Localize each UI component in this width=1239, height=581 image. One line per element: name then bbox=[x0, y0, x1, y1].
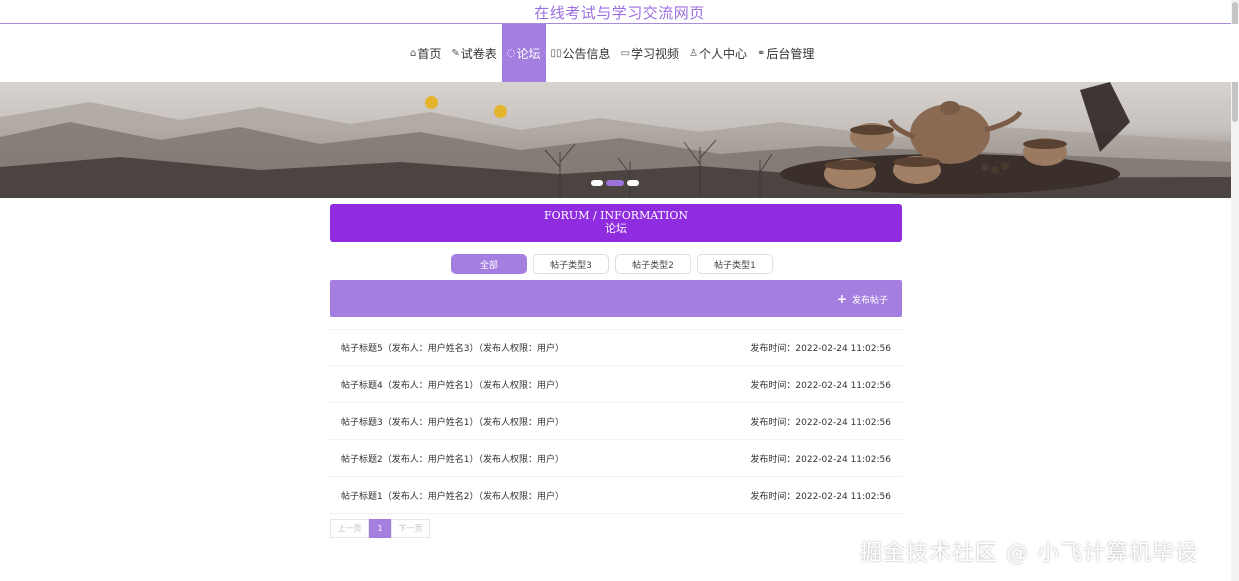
nav-item-label: 首页 bbox=[417, 46, 442, 61]
post-time: 发布时间：2022-02-24 11:02:56 bbox=[750, 417, 891, 428]
filter-tab[interactable]: 帖子类型3 bbox=[533, 254, 609, 274]
nav-item-label: 试卷表 bbox=[460, 46, 497, 61]
nav-items: ⌂ 首页 ✎ 试卷表 ◌ 论坛 ▯▯ 公告信息 ▭ 学习视频 ♙ 个人中心 ⚭ 后台管理 bbox=[405, 24, 819, 82]
nav-item-label: 后台管理 bbox=[766, 46, 815, 61]
main-nav: ⌂ 首页 ✎ 试卷表 ◌ 论坛 ▯▯ 公告信息 ▭ 学习视频 ♙ 个人中心 ⚭ 后台管理 bbox=[0, 24, 1239, 82]
site-title: 在线考试与学习交流网页 bbox=[534, 4, 705, 22]
post-time: 发布时间：2022-02-24 11:02:56 bbox=[750, 380, 891, 391]
post-list: 帖子标题5（发布人：用户姓名3）（发布人权限：用户） 发布时间：2022-02-2… bbox=[330, 329, 902, 514]
pagination: 上一页 1 下一页 bbox=[330, 519, 430, 538]
post-title: 帖子标题2（发布人：用户姓名1）（发布人权限：用户） bbox=[341, 454, 564, 465]
action-bar: + 发布帖子 bbox=[330, 280, 902, 317]
carousel-dot[interactable] bbox=[591, 180, 603, 186]
nav-item-0[interactable]: ⌂ 首页 bbox=[405, 24, 446, 82]
post-time: 发布时间：2022-02-24 11:02:56 bbox=[750, 344, 891, 354]
filter-tab[interactable]: 帖子类型2 bbox=[615, 254, 691, 274]
post-time: 发布时间：2022-02-24 11:02:56 bbox=[750, 491, 891, 502]
nav-item-5[interactable]: ♙ 个人中心 bbox=[684, 24, 752, 82]
publish-post-label: 发布帖子 bbox=[851, 295, 888, 306]
post-time: 发布时间：2022-02-24 11:02:56 bbox=[750, 454, 891, 465]
user-icon: ♙ bbox=[689, 47, 698, 59]
carousel-dot[interactable] bbox=[627, 180, 639, 186]
post-row[interactable]: 帖子标题2（发布人：用户姓名1）（发布人权限：用户） 发布时间：2022-02-2… bbox=[330, 440, 902, 477]
filter-tab[interactable]: 帖子类型1 bbox=[697, 254, 773, 274]
section-title-cn: 论坛 bbox=[605, 222, 627, 235]
nav-item-label: 个人中心 bbox=[699, 46, 748, 61]
nav-item-2[interactable]: ◌ 论坛 bbox=[501, 24, 546, 82]
nav-item-label: 学习视频 bbox=[631, 46, 680, 61]
top-title-bar: 在线考试与学习交流网页 bbox=[0, 0, 1239, 24]
next-page-button[interactable]: 下一页 bbox=[391, 519, 430, 538]
section-header: FORUM / INFORMATION 论坛 bbox=[330, 204, 902, 242]
publish-post-button[interactable]: + 发布帖子 bbox=[837, 292, 888, 306]
post-title: 帖子标题5（发布人：用户姓名3）（发布人权限：用户） bbox=[341, 344, 564, 354]
banner-sun-dot bbox=[494, 105, 507, 118]
filter-tab[interactable]: 全部 bbox=[451, 254, 527, 274]
watermark: 掘金技术社区 @ 小飞计算机毕设 bbox=[860, 541, 1198, 566]
carousel-indicators bbox=[591, 180, 642, 186]
nav-item-4[interactable]: ▭ 学习视频 bbox=[616, 24, 684, 82]
scrollbar[interactable] bbox=[1231, 0, 1239, 581]
forum-icon: ◌ bbox=[506, 47, 516, 59]
notice-icon: ▯▯ bbox=[550, 47, 562, 59]
post-row[interactable]: 帖子标题5（发布人：用户姓名3）（发布人权限：用户） 发布时间：2022-02-2… bbox=[330, 329, 902, 366]
carousel-dot[interactable] bbox=[606, 180, 624, 186]
filter-tabs: 全部 帖子类型3 帖子类型2 帖子类型1 bbox=[451, 254, 779, 274]
prev-page-button[interactable]: 上一页 bbox=[330, 519, 369, 538]
tag-icon: ✎ bbox=[451, 47, 460, 59]
nav-item-3[interactable]: ▯▯ 公告信息 bbox=[546, 24, 616, 82]
post-row[interactable]: 帖子标题4（发布人：用户姓名1）（发布人权限：用户） 发布时间：2022-02-2… bbox=[330, 366, 902, 403]
post-title: 帖子标题4（发布人：用户姓名1）（发布人权限：用户） bbox=[341, 380, 564, 391]
nav-item-label: 论坛 bbox=[516, 46, 541, 61]
post-row[interactable]: 帖子标题3（发布人：用户姓名1）（发布人权限：用户） 发布时间：2022-02-2… bbox=[330, 403, 902, 440]
page-1-button[interactable]: 1 bbox=[369, 519, 391, 538]
post-title: 帖子标题1（发布人：用户姓名2）（发布人权限：用户） bbox=[341, 491, 564, 502]
post-row[interactable]: 帖子标题1（发布人：用户姓名2）（发布人权限：用户） 发布时间：2022-02-2… bbox=[330, 477, 902, 514]
nav-item-label: 公告信息 bbox=[562, 46, 611, 61]
home-icon: ⌂ bbox=[410, 47, 417, 59]
banner-sun-dot bbox=[425, 96, 438, 109]
video-icon: ▭ bbox=[620, 47, 631, 59]
post-title: 帖子标题3（发布人：用户姓名1）（发布人权限：用户） bbox=[341, 417, 564, 428]
nav-item-1[interactable]: ✎ 试卷表 bbox=[446, 24, 501, 82]
section-title-en: FORUM / INFORMATION bbox=[544, 209, 688, 222]
banner-carousel[interactable] bbox=[0, 82, 1231, 198]
nav-item-6[interactable]: ⚭ 后台管理 bbox=[752, 24, 819, 82]
plus-icon: + bbox=[836, 292, 847, 306]
link-icon: ⚭ bbox=[757, 47, 766, 59]
